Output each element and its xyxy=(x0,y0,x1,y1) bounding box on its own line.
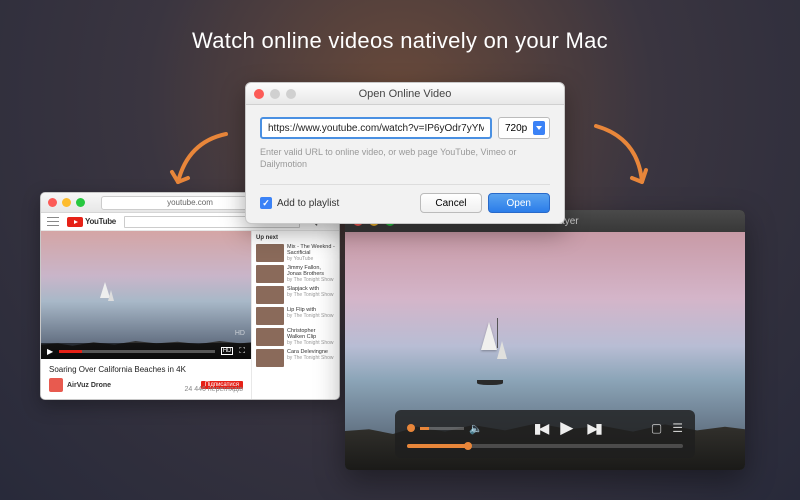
progress-bar[interactable] xyxy=(407,444,683,448)
minimize-icon xyxy=(270,89,280,99)
minimize-icon[interactable] xyxy=(62,198,71,207)
recommendation-item[interactable]: Mix - The Weeknd - Sacrificialby YouTube xyxy=(256,244,335,262)
zoom-icon xyxy=(286,89,296,99)
cc-icon[interactable]: HD xyxy=(221,347,234,355)
sailboat-icon xyxy=(497,341,507,359)
close-icon[interactable] xyxy=(48,198,57,207)
sailboat-icon xyxy=(108,290,114,301)
volume-slider[interactable] xyxy=(420,427,464,430)
cancel-button[interactable]: Cancel xyxy=(420,193,481,213)
recommendation-item[interactable]: Cara Delevingneby The Tonight Show xyxy=(256,349,335,367)
youtube-video-player[interactable]: HD ▶ HD ⛶ xyxy=(41,231,251,359)
fullscreen-icon[interactable]: ⛶ xyxy=(239,346,245,356)
recommendation-item[interactable]: Lip Flip withby The Tonight Show xyxy=(256,307,335,325)
youtube-controls: ▶ HD ⛶ xyxy=(41,343,251,359)
thumbnail xyxy=(256,349,284,367)
thumbnail xyxy=(256,328,284,346)
thumbnail xyxy=(256,307,284,325)
player-controls-overlay: 🔈 ▮◀ ▶ ▶▮ ▢ ☰ xyxy=(395,410,695,458)
video-info: Soaring Over California Beaches in 4K Ai… xyxy=(41,359,251,399)
boat-hull xyxy=(477,380,503,385)
menu-icon[interactable] xyxy=(47,216,59,228)
channel-name[interactable]: AirVuz Drone xyxy=(67,382,197,389)
rec-title: Christopher Walken Clip xyxy=(287,328,335,340)
chevron-down-icon xyxy=(533,121,545,135)
progress-fill xyxy=(407,444,468,448)
dialog-hint: Enter valid URL to online video, or web … xyxy=(260,147,550,170)
video-title: Soaring Over California Beaches in 4K xyxy=(49,365,243,374)
next-icon[interactable]: ▶▮ xyxy=(587,420,599,437)
rec-channel: by The Tonight Show xyxy=(287,355,335,361)
youtube-sidebar: Up next Mix - The Weeknd - Sacrificialby… xyxy=(251,231,339,399)
youtube-logo-text: YouTube xyxy=(85,217,116,226)
progress-bar[interactable] xyxy=(59,350,215,353)
elmedia-player-window: Elmedia Player 🔈 ▮◀ ▶ ▶▮ xyxy=(345,210,745,470)
traffic-lights xyxy=(48,198,85,207)
thumbnail xyxy=(256,265,284,283)
volume-knob-icon xyxy=(407,424,415,432)
playlist-icon[interactable]: ☰ xyxy=(672,421,683,435)
up-next-label: Up next xyxy=(256,235,335,241)
arrow-right xyxy=(590,120,660,205)
volume-control[interactable]: 🔈 xyxy=(407,422,483,435)
thumbnail xyxy=(256,286,284,304)
watermark: HD xyxy=(235,330,245,337)
play-icon[interactable]: ▶ xyxy=(560,418,573,438)
recommendation-item[interactable]: Jimmy Fallon, Jonas Brothersby The Tonig… xyxy=(256,265,335,283)
recommendation-item[interactable]: Slapjack withby The Tonight Show xyxy=(256,286,335,304)
rec-channel: by The Tonight Show xyxy=(287,340,335,346)
previous-icon[interactable]: ▮◀ xyxy=(534,420,546,437)
open-button[interactable]: Open xyxy=(488,193,550,213)
youtube-logo[interactable]: YouTube xyxy=(67,217,116,227)
channel-avatar[interactable] xyxy=(49,378,63,392)
rec-channel: by The Tonight Show xyxy=(287,292,335,298)
youtube-play-icon xyxy=(67,217,83,227)
rec-channel: by The Tonight Show xyxy=(287,313,335,319)
headline: Watch online videos natively on your Mac xyxy=(0,28,800,54)
sailboat-icon xyxy=(481,322,497,350)
rec-title: Mix - The Weeknd - Sacrificial xyxy=(287,244,335,256)
recommendation-item[interactable]: Christopher Walken Clipby The Tonight Sh… xyxy=(256,328,335,346)
url-input[interactable] xyxy=(260,117,492,139)
volume-icon[interactable]: 🔈 xyxy=(469,422,483,435)
close-icon[interactable] xyxy=(254,89,264,99)
play-icon[interactable]: ▶ xyxy=(47,347,53,356)
progress-knob-icon xyxy=(464,442,472,450)
open-video-dialog: Open Online Video 720p Enter valid URL t… xyxy=(245,82,565,224)
rec-title: Jimmy Fallon, Jonas Brothers xyxy=(287,265,335,277)
rec-channel: by The Tonight Show xyxy=(287,277,335,283)
quality-select[interactable]: 720p xyxy=(498,117,550,139)
transport-controls: ▮◀ ▶ ▶▮ xyxy=(534,418,600,438)
checkbox-icon xyxy=(260,197,272,209)
checkbox-label: Add to playlist xyxy=(277,198,339,209)
quality-value: 720p xyxy=(505,123,527,134)
traffic-lights xyxy=(254,89,296,99)
rec-channel: by YouTube xyxy=(287,256,335,262)
player-video[interactable]: 🔈 ▮◀ ▶ ▶▮ ▢ ☰ xyxy=(345,232,745,470)
dialog-titlebar[interactable]: Open Online Video xyxy=(246,83,564,105)
airplay-icon[interactable]: ▢ xyxy=(651,421,662,435)
zoom-icon[interactable] xyxy=(76,198,85,207)
thumbnail xyxy=(256,244,284,262)
add-to-playlist-checkbox[interactable]: Add to playlist xyxy=(260,197,414,209)
